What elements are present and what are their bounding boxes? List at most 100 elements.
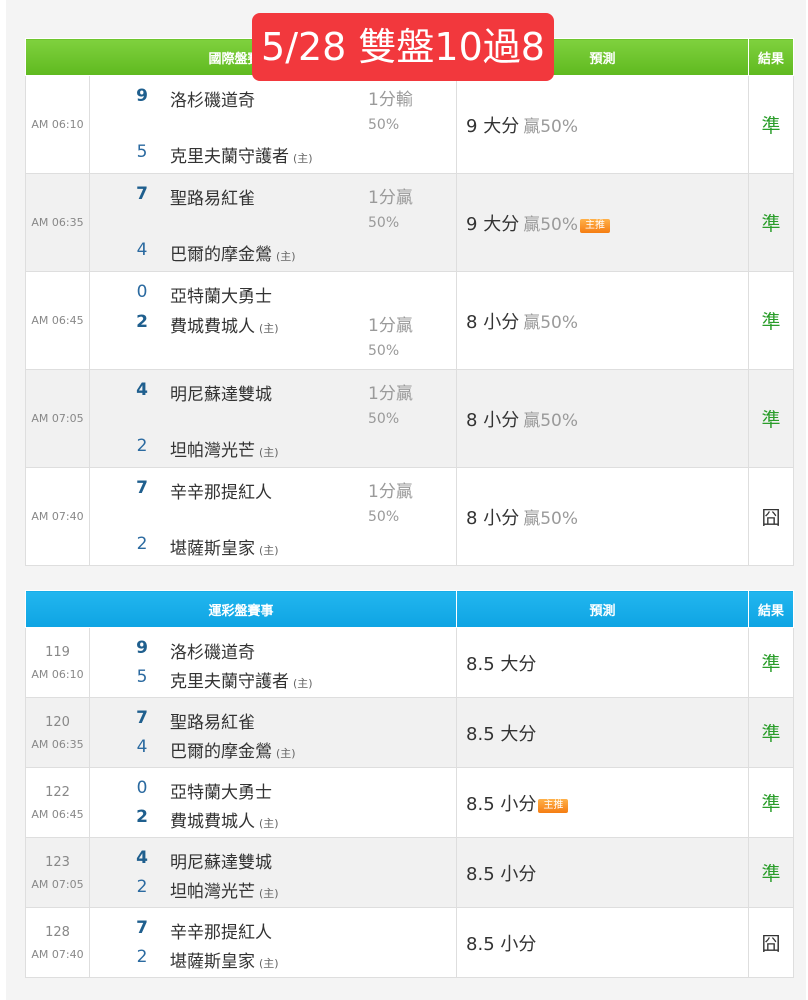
match-time-cell: 120 AM 06:35 [25,697,90,768]
team-name-wrap: 亞特蘭大勇士 [170,282,272,307]
team-line: 5 克里夫蘭守護者 (主) [90,142,456,167]
handicap-odds: 1分贏 50% [368,382,413,431]
prediction-win-rate: 贏50% [523,214,578,235]
match-time-cell: 128 AM 07:40 [25,907,90,978]
team-score: 2 [136,807,148,827]
handicap-odds: 1分贏 50% [368,186,413,235]
team-name: 辛辛那提紅人 [170,923,272,943]
team-score: 9 [136,638,148,658]
team-name-wrap: 費城費城人 (主) [170,807,279,832]
match-teams: 9 洛杉磯道奇 5 克里夫蘭守護者 (主) [88,627,458,698]
team-line: 4 巴爾的摩金鶯 (主) [90,737,456,762]
match-number: 123 [45,854,70,870]
prediction-cell: 8.5 小分 [456,907,750,978]
team-line: 2 堪薩斯皇家 (主) [90,947,456,972]
match-time: AM 06:45 [25,271,90,370]
team-name: 洛杉磯道奇 [170,643,255,663]
team-score: 9 [136,86,148,106]
handicap-odds: 1分贏 50% [368,480,413,529]
prediction-cell: 8.5 大分 [456,627,750,698]
team-name-wrap: 巴爾的摩金鶯 (主) [170,240,296,265]
result-cell: 囧 [748,467,795,566]
table-row: 122 AM 06:45 0 亞特蘭大勇士 2 費城費城人 (主) 8.5 小分 主推準 [25,767,795,838]
table-row: 123 AM 07:05 4 明尼蘇達雙城 2 坦帕灣光芒 (主) 8.5 小分 準 [25,837,795,908]
prediction-value: 9 大分 [466,115,520,137]
team-score: 2 [136,877,148,897]
match-teams: 0 亞特蘭大勇士 2 費城費城人 (主) 1分贏 50% [88,271,458,370]
home-marker: (主) [293,152,313,165]
prediction-value: 9 大分 [466,213,520,235]
prediction-cell: 8 小分 贏50% [456,271,750,370]
table-row: AM 06:10 9 洛杉磯道奇 5 克里夫蘭守護者 (主) 1分輸 50% 9 大分 贏50% 準 [25,75,795,174]
team-name-wrap: 堪薩斯皇家 (主) [170,534,279,559]
prediction-value: 8 小分 [466,409,520,431]
home-marker: (主) [259,544,279,557]
team-name: 堪薩斯皇家 [170,952,255,972]
result-cell: 準 [748,837,795,908]
sport-col-event: 運彩盤賽事 [24,590,458,628]
result-cell: 囧 [748,907,795,978]
handicap-odds: 1分贏 50% [368,314,413,363]
team-line: 7 辛辛那提紅人 [90,918,456,943]
featured-pick-badge: 主推 [538,798,569,813]
team-name: 明尼蘇達雙城 [170,385,272,405]
match-number: 128 [45,924,70,940]
team-name-wrap: 洛杉磯道奇 [170,86,255,111]
team-name: 聖路易紅雀 [170,713,255,733]
team-score: 2 [136,947,148,967]
team-name: 聖路易紅雀 [170,189,255,209]
handicap-odds: 1分輸 50% [368,88,413,137]
team-name: 費城費城人 [170,812,255,832]
match-teams: 4 明尼蘇達雙城 2 坦帕灣光芒 (主) 1分贏 50% [88,369,458,468]
team-name-wrap: 洛杉磯道奇 [170,638,255,663]
team-line: 7 聖路易紅雀 [90,708,456,733]
team-score: 7 [136,708,148,728]
team-score: 2 [136,436,148,456]
team-name: 坦帕灣光芒 [170,882,255,902]
home-marker: (主) [259,446,279,459]
match-time: AM 07:40 [25,467,90,566]
handicap-line: 1分贏 [368,188,413,208]
match-time: AM 07:05 [25,369,90,468]
prediction-cell: 8 小分 贏50% [456,467,750,566]
result-cell: 準 [748,173,795,272]
team-score: 2 [136,312,148,332]
result-cell: 準 [748,271,795,370]
match-number: 122 [45,784,70,800]
sport-col-result: 結果 [748,590,795,628]
team-line: 9 洛杉磯道奇 [90,638,456,663]
team-name-wrap: 明尼蘇達雙城 [170,848,272,873]
team-line: 2 坦帕灣光芒 (主) [90,877,456,902]
prediction-value: 8.5 小分 [466,933,537,955]
team-name: 費城費城人 [170,317,255,337]
result-cell: 準 [748,75,795,174]
match-time: AM 06:35 [25,173,90,272]
team-score: 5 [136,667,148,687]
team-name: 明尼蘇達雙城 [170,853,272,873]
team-score: 4 [136,240,148,260]
prediction-value: 8.5 大分 [466,653,537,675]
prediction-value: 8.5 大分 [466,723,537,745]
team-score: 7 [136,184,148,204]
team-name: 辛辛那提紅人 [170,483,272,503]
table-row: 120 AM 06:35 7 聖路易紅雀 4 巴爾的摩金鶯 (主) 8.5 大分 準 [25,697,795,768]
team-score: 4 [136,737,148,757]
match-teams: 4 明尼蘇達雙城 2 坦帕灣光芒 (主) [88,837,458,908]
team-name-wrap: 堪薩斯皇家 (主) [170,947,279,972]
match-time: AM 06:10 [31,667,84,681]
team-name: 克里夫蘭守護者 [170,672,289,692]
team-name-wrap: 克里夫蘭守護者 (主) [170,142,313,167]
sport-col-prediction: 預測 [456,590,750,628]
sport-odds-table: 運彩盤賽事 預測 結果 119 AM 06:10 9 洛杉磯道奇 5 克里夫蘭守護者 (主)… [24,590,795,978]
team-score: 0 [136,282,148,302]
result-cell: 準 [748,767,795,838]
team-name: 洛杉磯道奇 [170,91,255,111]
match-time: AM 06:10 [25,75,90,174]
handicap-percent: 50% [368,411,400,427]
team-line: 4 巴爾的摩金鶯 (主) [90,240,456,265]
team-score: 7 [136,478,148,498]
team-score: 5 [136,142,148,162]
match-teams: 7 辛辛那提紅人 2 堪薩斯皇家 (主) 1分贏 50% [88,467,458,566]
intl-odds-table: 國際盤賽事 預測 結果 AM 06:10 9 洛杉磯道奇 5 克里夫蘭守護者 (主) 1分輸… [24,38,795,566]
featured-pick-badge: 主推 [580,218,610,233]
